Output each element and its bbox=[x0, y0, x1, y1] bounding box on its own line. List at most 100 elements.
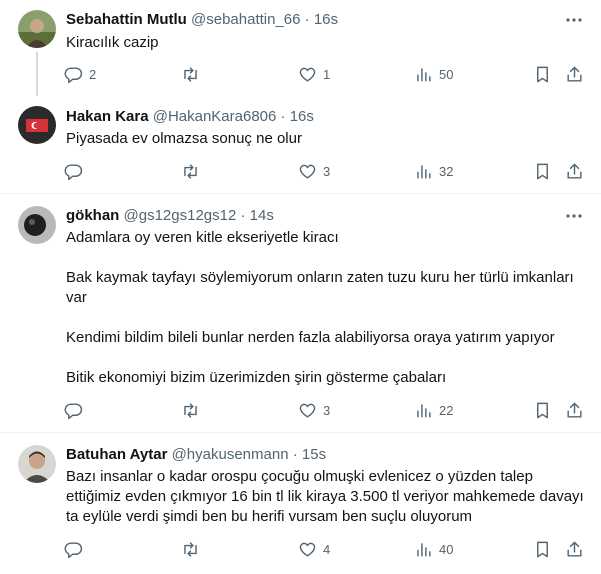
views-button[interactable]: 32 bbox=[414, 161, 453, 181]
handle[interactable]: @hyakusenmann bbox=[172, 446, 289, 463]
display-name[interactable]: Hakan Kara bbox=[66, 108, 149, 125]
views-icon bbox=[417, 542, 431, 557]
tweet-header: Sebahattin Mutlu @sebahattin_66 · 16s bbox=[66, 10, 338, 30]
display-name[interactable]: Batuhan Aytar bbox=[66, 446, 167, 463]
timestamp[interactable]: 16s bbox=[314, 11, 338, 28]
tweet-text: Bazı insanlar o kadar orospu çocuğu olmu… bbox=[66, 467, 591, 527]
tweet[interactable]: Hakan Kara @HakanKara6806 · 16s Piyasada… bbox=[0, 96, 601, 193]
separator: · bbox=[292, 446, 298, 463]
like-button[interactable]: 4 bbox=[298, 539, 330, 559]
bookmark-icon bbox=[537, 402, 548, 418]
retweet-button[interactable] bbox=[181, 161, 206, 181]
reply-button[interactable] bbox=[64, 161, 89, 181]
views-icon bbox=[417, 403, 431, 418]
like-count: 4 bbox=[323, 541, 331, 557]
timestamp[interactable]: 16s bbox=[290, 108, 314, 125]
retweet-button[interactable] bbox=[181, 400, 206, 420]
views-icon bbox=[417, 164, 431, 179]
tweet-paragraph: Piyasada ev olmazsa sonuç ne olur bbox=[66, 130, 302, 147]
avatar[interactable] bbox=[18, 106, 56, 144]
views-button[interactable]: 40 bbox=[414, 539, 453, 559]
share-icon bbox=[567, 66, 582, 82]
reply-icon bbox=[64, 66, 83, 83]
views-count: 40 bbox=[439, 541, 454, 557]
share-icon bbox=[567, 163, 582, 179]
like-count: 3 bbox=[323, 163, 331, 179]
bookmark-icon bbox=[537, 66, 548, 82]
avatar[interactable] bbox=[18, 206, 56, 244]
separator: · bbox=[280, 108, 286, 125]
tweet-paragraph: Kiracılık cazip bbox=[66, 34, 159, 51]
reply-button[interactable] bbox=[64, 539, 89, 559]
bookmark-button[interactable] bbox=[533, 539, 552, 559]
share-button[interactable] bbox=[565, 400, 584, 420]
share-button[interactable] bbox=[565, 539, 584, 559]
share-icon bbox=[567, 541, 582, 557]
tweet[interactable]: Batuhan Aytar @hyakusenmann · 15s Bazı i… bbox=[0, 433, 601, 574]
tweet-text: Piyasada ev olmazsa sonuç ne olur bbox=[66, 129, 591, 149]
retweet-icon bbox=[184, 163, 197, 179]
avatar[interactable] bbox=[18, 445, 56, 483]
reply-count: 2 bbox=[89, 66, 97, 82]
tweet-header: gökhan @gs12gs12gs12 · 14s bbox=[66, 206, 274, 226]
heart-icon bbox=[299, 403, 316, 418]
display-name[interactable]: Sebahattin Mutlu bbox=[66, 11, 187, 28]
tweet-paragraph: Bitik ekonomiyi bizim üzerimizden şirin … bbox=[66, 369, 447, 386]
tweet-paragraph: Bazı insanlar o kadar orospu çocuğu olmu… bbox=[66, 468, 584, 525]
retweet-button[interactable] bbox=[181, 64, 206, 84]
handle[interactable]: @HakanKara6806 bbox=[153, 108, 277, 125]
tweet-paragraph: Kendimi bildim bileli bunlar nerden fazl… bbox=[66, 329, 555, 346]
bookmark-icon bbox=[537, 541, 548, 557]
display-name[interactable]: gökhan bbox=[66, 207, 119, 224]
tweet-text: Kiracılık cazip bbox=[66, 33, 591, 53]
tweet-header: Batuhan Aytar @hyakusenmann · 15s bbox=[66, 445, 326, 465]
views-count: 50 bbox=[439, 66, 454, 82]
more-dots-icon[interactable] bbox=[563, 10, 585, 30]
avatar[interactable] bbox=[18, 10, 56, 48]
like-button[interactable]: 3 bbox=[298, 161, 330, 181]
views-button[interactable]: 50 bbox=[414, 64, 453, 84]
views-count: 32 bbox=[439, 163, 454, 179]
bookmark-button[interactable] bbox=[533, 64, 552, 84]
reply-icon bbox=[64, 402, 83, 419]
reply-button[interactable] bbox=[64, 400, 89, 420]
tweet-paragraph: Adamlara oy veren kitle ekseriyetle kira… bbox=[66, 229, 339, 246]
handle[interactable]: @sebahattin_66 bbox=[191, 11, 300, 28]
views-count: 22 bbox=[439, 402, 454, 418]
timestamp[interactable]: 14s bbox=[250, 207, 274, 224]
like-button[interactable]: 1 bbox=[298, 64, 330, 84]
handle[interactable]: @gs12gs12gs12 bbox=[124, 207, 237, 224]
separator: · bbox=[304, 11, 310, 28]
like-count: 3 bbox=[323, 402, 331, 418]
share-button[interactable] bbox=[565, 64, 584, 84]
tweet-actions: 3 22 bbox=[0, 400, 601, 420]
reply-icon bbox=[64, 541, 83, 558]
like-count: 1 bbox=[323, 66, 331, 82]
more-dots-icon[interactable] bbox=[563, 206, 585, 226]
heart-icon bbox=[299, 164, 316, 179]
heart-icon bbox=[299, 542, 316, 557]
share-button[interactable] bbox=[565, 161, 584, 181]
views-icon bbox=[417, 67, 431, 82]
views-button[interactable]: 22 bbox=[414, 400, 453, 420]
separator: · bbox=[240, 207, 246, 224]
tweet-text: Adamlara oy veren kitle ekseriyetle kira… bbox=[66, 228, 591, 388]
tweet-paragraph: Bak kaymak tayfayı söylemiyorum onların … bbox=[66, 269, 574, 306]
retweet-icon bbox=[184, 66, 197, 82]
reply-icon bbox=[64, 163, 83, 180]
timestamp[interactable]: 15s bbox=[302, 446, 326, 463]
retweet-icon bbox=[184, 402, 197, 418]
retweet-icon bbox=[184, 541, 197, 557]
retweet-button[interactable] bbox=[181, 539, 206, 559]
tweet-actions: 4 40 bbox=[0, 539, 601, 559]
tweet[interactable]: gökhan @gs12gs12gs12 · 14s Adamlara oy v… bbox=[0, 194, 601, 432]
tweet[interactable]: Sebahattin Mutlu @sebahattin_66 · 16s Ki… bbox=[0, 0, 601, 96]
bookmark-button[interactable] bbox=[533, 161, 552, 181]
tweet-actions: 3 32 bbox=[0, 161, 601, 181]
bookmark-button[interactable] bbox=[533, 400, 552, 420]
reply-button[interactable]: 2 bbox=[64, 64, 96, 84]
share-icon bbox=[567, 402, 582, 418]
bookmark-icon bbox=[537, 163, 548, 179]
like-button[interactable]: 3 bbox=[298, 400, 330, 420]
tweet-header: Hakan Kara @HakanKara6806 · 16s bbox=[66, 107, 314, 127]
